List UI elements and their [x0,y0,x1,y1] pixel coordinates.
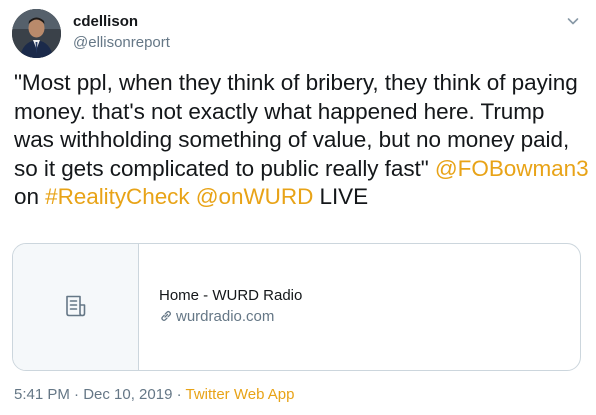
meta-separator: · [172,386,186,403]
card-media [13,244,139,370]
mention-link[interactable]: @FOBowman3 [435,156,589,181]
avatar[interactable] [12,9,61,58]
avatar-image [12,9,61,58]
tweet-text: "Most ppl, when they think of bribery, t… [14,69,589,212]
tweet: cdellison @ellisonreport "Most ppl, when… [0,0,596,415]
link-icon [161,310,172,322]
display-name[interactable]: cdellison [73,13,138,31]
article-icon [66,295,86,317]
source-link[interactable]: Twitter Web App [186,386,295,403]
card-title: Home - WURD Radio [159,287,303,304]
tweet-meta: 5:41 PM · Dec 10, 2019 · Twitter Web App [14,386,294,404]
chevron-down-icon[interactable] [562,10,584,32]
card-domain-text: wurdradio.com [176,308,275,325]
timestamp[interactable]: 5:41 PM · Dec 10, 2019 [14,386,172,403]
card-domain: wurdradio.com [159,308,274,326]
tweet-text-part: LIVE [313,184,369,209]
user-handle[interactable]: @ellisonreport [73,34,170,52]
hashtag-link[interactable]: #RealityCheck [45,184,189,209]
link-preview-card[interactable]: Home - WURD Radio wurdradio.com [12,243,581,371]
mention-link[interactable]: @onWURD [196,184,314,209]
